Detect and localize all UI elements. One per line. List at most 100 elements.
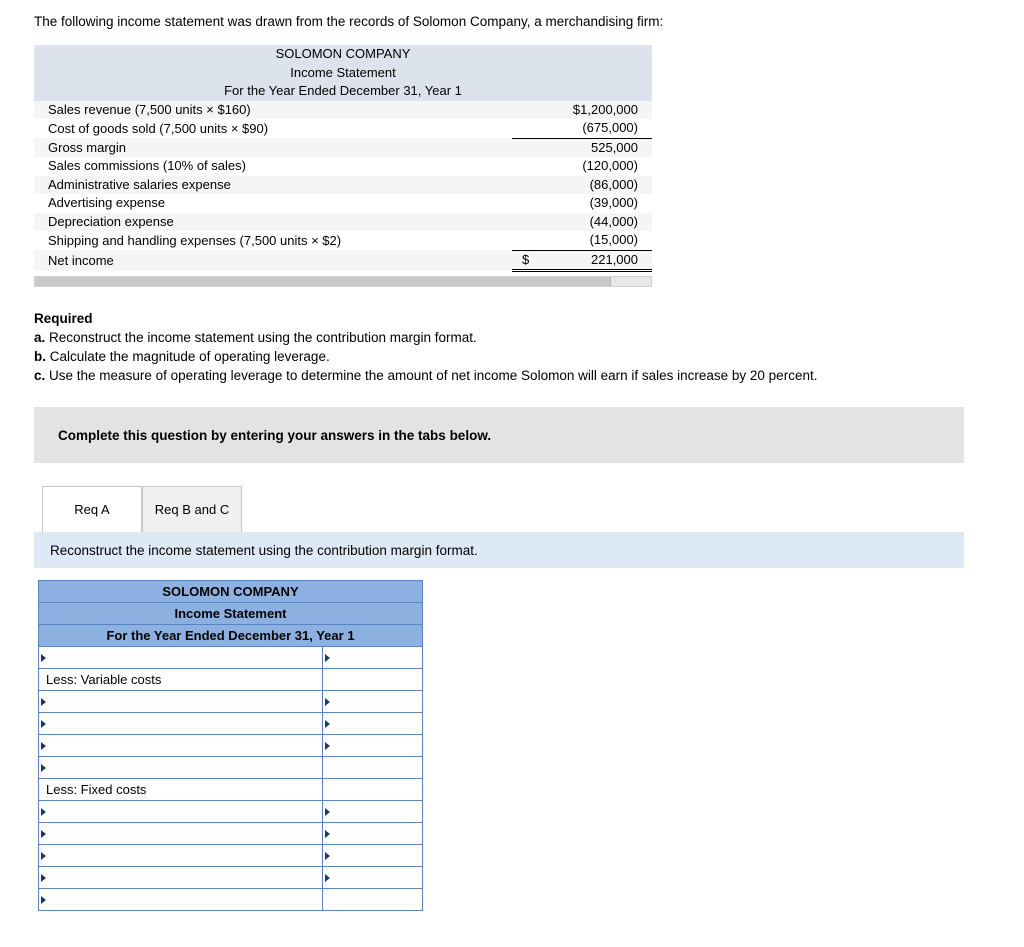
- chevron-right-icon: [41, 829, 46, 838]
- answer-value-text: [324, 782, 326, 797]
- given-header-row-1: SOLOMON COMPANY: [34, 45, 652, 64]
- answer-row: [38, 690, 423, 713]
- answer-label-cell[interactable]: [38, 822, 323, 845]
- answer-value-cell[interactable]: [322, 756, 423, 779]
- chevron-right-icon: [41, 719, 46, 728]
- required-marker-c: c.: [34, 368, 46, 383]
- answer-value-text: [324, 672, 326, 687]
- given-income-statement: SOLOMON COMPANY Income Statement For the…: [34, 45, 652, 287]
- chevron-right-icon: [325, 741, 330, 750]
- answer-value-cell[interactable]: [322, 668, 423, 691]
- given-statement-body: SOLOMON COMPANY Income Statement For the…: [34, 45, 652, 272]
- answer-label-cell[interactable]: [38, 800, 323, 823]
- answer-value-cell[interactable]: [322, 866, 423, 889]
- answer-value-cell[interactable]: [322, 778, 423, 801]
- answer-row: [38, 712, 423, 735]
- answer-row: [38, 866, 423, 889]
- table-row: Depreciation expense (44,000): [34, 212, 652, 231]
- question-prompt: Reconstruct the income statement using t…: [34, 532, 964, 568]
- row-label: Advertising expense: [48, 195, 166, 210]
- given-header-row-2: Income Statement: [34, 63, 652, 82]
- page-root: The following income statement was drawn…: [0, 0, 1024, 911]
- chevron-right-icon: [41, 697, 46, 706]
- answer-header-row-1: SOLOMON COMPANY: [38, 580, 423, 603]
- required-title: Required: [34, 311, 93, 326]
- row-value: 525,000: [591, 139, 638, 155]
- answer-label-cell[interactable]: [38, 734, 323, 757]
- answer-value-cell[interactable]: [322, 646, 423, 669]
- net-income-value-cell: $ 221,000: [512, 250, 652, 272]
- tab-bar: Req A Req B and C: [42, 485, 1024, 532]
- tab-req-b-and-c-label: Req B and C: [154, 502, 230, 517]
- answer-label-text: Less: Fixed costs: [46, 782, 147, 797]
- statement-title: Income Statement: [34, 63, 652, 82]
- statement-period: For the Year Ended December 31, Year 1: [34, 82, 652, 101]
- horizontal-scrollbar[interactable]: [34, 276, 652, 287]
- required-marker-b: b.: [34, 349, 46, 364]
- answer-row: [38, 800, 423, 823]
- table-row: Sales commissions (10% of sales) (120,00…: [34, 157, 652, 176]
- answer-table: SOLOMON COMPANY Income Statement For the…: [38, 580, 423, 911]
- table-row: Advertising expense (39,000): [34, 194, 652, 213]
- answer-header-row-2: Income Statement: [38, 602, 423, 625]
- answer-value-text: [324, 892, 326, 907]
- answer-label-cell[interactable]: [38, 756, 323, 779]
- answer-label-cell[interactable]: [38, 888, 323, 911]
- row-value: $1,200,000: [572, 101, 638, 117]
- scrollbar-thumb[interactable]: [35, 277, 611, 286]
- answer-label-cell[interactable]: [38, 690, 323, 713]
- answer-row: [38, 844, 423, 867]
- answer-value-cell[interactable]: [322, 822, 423, 845]
- answer-label-cell[interactable]: [38, 646, 323, 669]
- required-section: Required a. Reconstruct the income state…: [34, 309, 1024, 385]
- instruction-bar: Complete this question by entering your …: [34, 407, 964, 463]
- tab-req-a[interactable]: Req A: [42, 486, 142, 532]
- answer-label-cell[interactable]: Less: Variable costs: [38, 668, 323, 691]
- answer-row: [38, 734, 423, 757]
- row-value: (39,000): [589, 195, 638, 210]
- answer-value-cell-total[interactable]: [322, 888, 423, 911]
- chevron-right-icon: [325, 807, 330, 816]
- answer-value-cell[interactable]: [322, 844, 423, 867]
- required-text-a: Reconstruct the income statement using t…: [49, 330, 477, 345]
- answer-company-name: SOLOMON COMPANY: [38, 580, 423, 603]
- answer-row: [38, 822, 423, 845]
- answer-value-cell[interactable]: [322, 734, 423, 757]
- row-value: (15,000): [512, 231, 652, 251]
- net-income-label: Net income: [48, 253, 114, 268]
- answer-value-cell[interactable]: [322, 690, 423, 713]
- chevron-right-icon: [41, 741, 46, 750]
- answer-label-cell[interactable]: Less: Fixed costs: [38, 778, 323, 801]
- answer-value-cell[interactable]: [322, 712, 423, 735]
- row-label: Sales revenue (7,500 units × $160): [48, 101, 251, 117]
- given-statement-table: SOLOMON COMPANY Income Statement For the…: [34, 45, 652, 272]
- answer-label-cell[interactable]: [38, 866, 323, 889]
- required-text-b: Calculate the magnitude of operating lev…: [49, 349, 330, 364]
- table-row: Gross margin 525,000: [34, 138, 652, 157]
- answer-statement-period: For the Year Ended December 31, Year 1: [38, 624, 423, 647]
- table-row: Shipping and handling expenses (7,500 un…: [34, 231, 652, 251]
- required-item-a: a. Reconstruct the income statement usin…: [34, 328, 1024, 347]
- answer-header-row-3: For the Year Ended December 31, Year 1: [38, 624, 423, 647]
- answer-label-text: Less: Variable costs: [46, 672, 162, 687]
- chevron-right-icon: [41, 763, 46, 772]
- answer-label-cell[interactable]: [38, 712, 323, 735]
- chevron-right-icon: [325, 697, 330, 706]
- net-income-value: 221,000: [591, 251, 638, 267]
- chevron-right-icon: [41, 807, 46, 816]
- table-row: Administrative salaries expense (86,000): [34, 175, 652, 194]
- row-value: (86,000): [589, 176, 638, 192]
- row-value: (120,000): [582, 158, 638, 173]
- intro-text: The following income statement was drawn…: [34, 14, 664, 29]
- row-value: (44,000): [589, 213, 638, 229]
- required-marker-a: a.: [34, 330, 46, 345]
- tab-req-b-and-c[interactable]: Req B and C: [142, 486, 242, 532]
- answer-label-cell[interactable]: [38, 844, 323, 867]
- table-row: Cost of goods sold (7,500 units × $90) (…: [34, 119, 652, 139]
- required-item-b: b. Calculate the magnitude of operating …: [34, 347, 1024, 366]
- answer-row: [38, 646, 423, 669]
- answer-value-cell[interactable]: [322, 800, 423, 823]
- answer-value-text: [324, 760, 326, 775]
- required-item-c: c. Use the measure of operating leverage…: [34, 366, 1024, 385]
- answer-statement-title: Income Statement: [38, 602, 423, 625]
